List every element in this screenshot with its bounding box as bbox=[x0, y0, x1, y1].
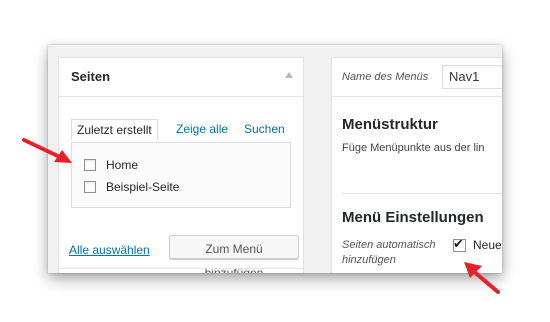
auto-add-pages-checkbox[interactable]: ✔ bbox=[453, 236, 466, 252]
divider bbox=[342, 193, 502, 194]
red-arrow-icon bbox=[22, 138, 72, 163]
menu-structure-title: Menüstruktur bbox=[342, 116, 438, 133]
menu-name-label: Name des Menüs bbox=[342, 71, 429, 83]
menu-structure-text: Füge Menüpunkte aus der lin bbox=[342, 142, 485, 154]
pages-panel-header[interactable]: Seiten bbox=[59, 58, 303, 97]
list-item[interactable]: Home bbox=[84, 157, 138, 173]
tab-show-all[interactable]: Zeige alle bbox=[171, 119, 233, 139]
auto-add-pages-text: Neue bbox=[473, 238, 502, 252]
pages-panel: Seiten Zuletzt erstellt Zeige alle Suche… bbox=[58, 57, 304, 273]
checkbox-beispiel-seite[interactable] bbox=[84, 181, 96, 193]
select-all-link[interactable]: Alle auswählen bbox=[69, 243, 150, 257]
red-arrow-icon bbox=[464, 262, 500, 294]
divider bbox=[59, 268, 303, 269]
add-to-menu-button[interactable]: Zum Menü hinzufügen bbox=[169, 235, 299, 273]
tab-search[interactable]: Suchen bbox=[239, 119, 290, 139]
menu-settings-title: Menü Einstellungen bbox=[342, 209, 484, 226]
checkmark-icon: ✔ bbox=[453, 236, 464, 251]
pages-checklist: Home Beispiel-Seite bbox=[71, 142, 291, 208]
item-label-beispiel-seite: Beispiel-Seite bbox=[106, 180, 180, 194]
tab-recent[interactable]: Zuletzt erstellt bbox=[71, 119, 158, 141]
menu-name-row: Name des Menüs Nav1 bbox=[332, 58, 502, 97]
pages-tabs: Zuletzt erstellt Zeige alle Suchen bbox=[71, 119, 291, 141]
collapse-arrow-icon[interactable] bbox=[285, 72, 293, 78]
menu-name-input[interactable]: Nav1 bbox=[442, 65, 502, 89]
list-item[interactable]: Beispiel-Seite bbox=[84, 179, 179, 195]
pages-panel-title: Seiten bbox=[71, 69, 111, 84]
item-label-home: Home bbox=[106, 158, 139, 172]
auto-add-pages-label: Seiten automatisch hinzufügen bbox=[342, 239, 436, 266]
menu-editor-panel: Name des Menüs Nav1 Menüstruktur Füge Me… bbox=[331, 57, 502, 273]
checkbox-home[interactable] bbox=[84, 159, 96, 171]
screenshot-frame: Seiten Zuletzt erstellt Zeige alle Suche… bbox=[48, 45, 502, 273]
